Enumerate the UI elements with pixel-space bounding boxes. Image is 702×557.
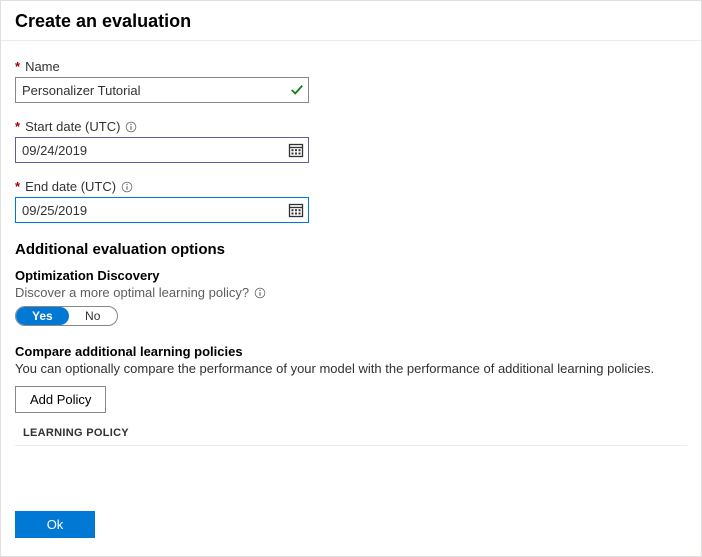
optimization-description-text: Discover a more optimal learning policy? — [15, 285, 249, 300]
toggle-yes[interactable]: Yes — [16, 307, 69, 325]
start-date-input-wrap — [15, 137, 309, 163]
name-input-wrap — [15, 77, 309, 103]
name-label: * Name — [15, 59, 687, 74]
start-date-input[interactable] — [15, 137, 309, 163]
info-icon[interactable] — [254, 287, 266, 299]
toggle-no[interactable]: No — [69, 307, 117, 325]
create-evaluation-panel: Create an evaluation * Name * Start date… — [0, 0, 702, 557]
optimization-description: Discover a more optimal learning policy? — [15, 285, 687, 300]
learning-policy-column-header: LEARNING POLICY — [15, 427, 687, 446]
compare-description: You can optionally compare the performan… — [15, 361, 687, 376]
start-date-label: * Start date (UTC) — [15, 119, 687, 134]
additional-options-heading: Additional evaluation options — [15, 241, 687, 258]
panel-header: Create an evaluation — [1, 1, 701, 41]
end-date-input[interactable] — [15, 197, 309, 223]
optimization-title: Optimization Discovery — [15, 268, 687, 283]
calendar-icon[interactable] — [288, 202, 304, 218]
end-date-label-text: End date (UTC) — [25, 179, 116, 194]
info-icon[interactable] — [125, 121, 137, 133]
checkmark-icon — [290, 83, 304, 97]
name-input[interactable] — [15, 77, 309, 103]
required-asterisk: * — [15, 59, 20, 74]
field-start-date: * Start date (UTC) — [15, 119, 687, 163]
add-policy-button[interactable]: Add Policy — [15, 386, 106, 413]
panel-body: * Name * Start date (UTC) — [1, 41, 701, 478]
name-label-text: Name — [25, 59, 60, 74]
required-asterisk: * — [15, 179, 20, 194]
optimization-discovery-section: Optimization Discovery Discover a more o… — [15, 268, 687, 326]
end-date-label: * End date (UTC) — [15, 179, 687, 194]
optimization-toggle[interactable]: Yes No — [15, 306, 118, 326]
ok-button[interactable]: Ok — [15, 511, 95, 538]
compare-title: Compare additional learning policies — [15, 344, 687, 359]
info-icon[interactable] — [121, 181, 133, 193]
start-date-label-text: Start date (UTC) — [25, 119, 120, 134]
page-title: Create an evaluation — [15, 11, 687, 32]
panel-footer: Ok — [15, 511, 95, 538]
required-asterisk: * — [15, 119, 20, 134]
compare-policies-section: Compare additional learning policies You… — [15, 344, 687, 446]
field-name: * Name — [15, 59, 687, 103]
field-end-date: * End date (UTC) — [15, 179, 687, 223]
end-date-input-wrap — [15, 197, 309, 223]
calendar-icon[interactable] — [288, 142, 304, 158]
